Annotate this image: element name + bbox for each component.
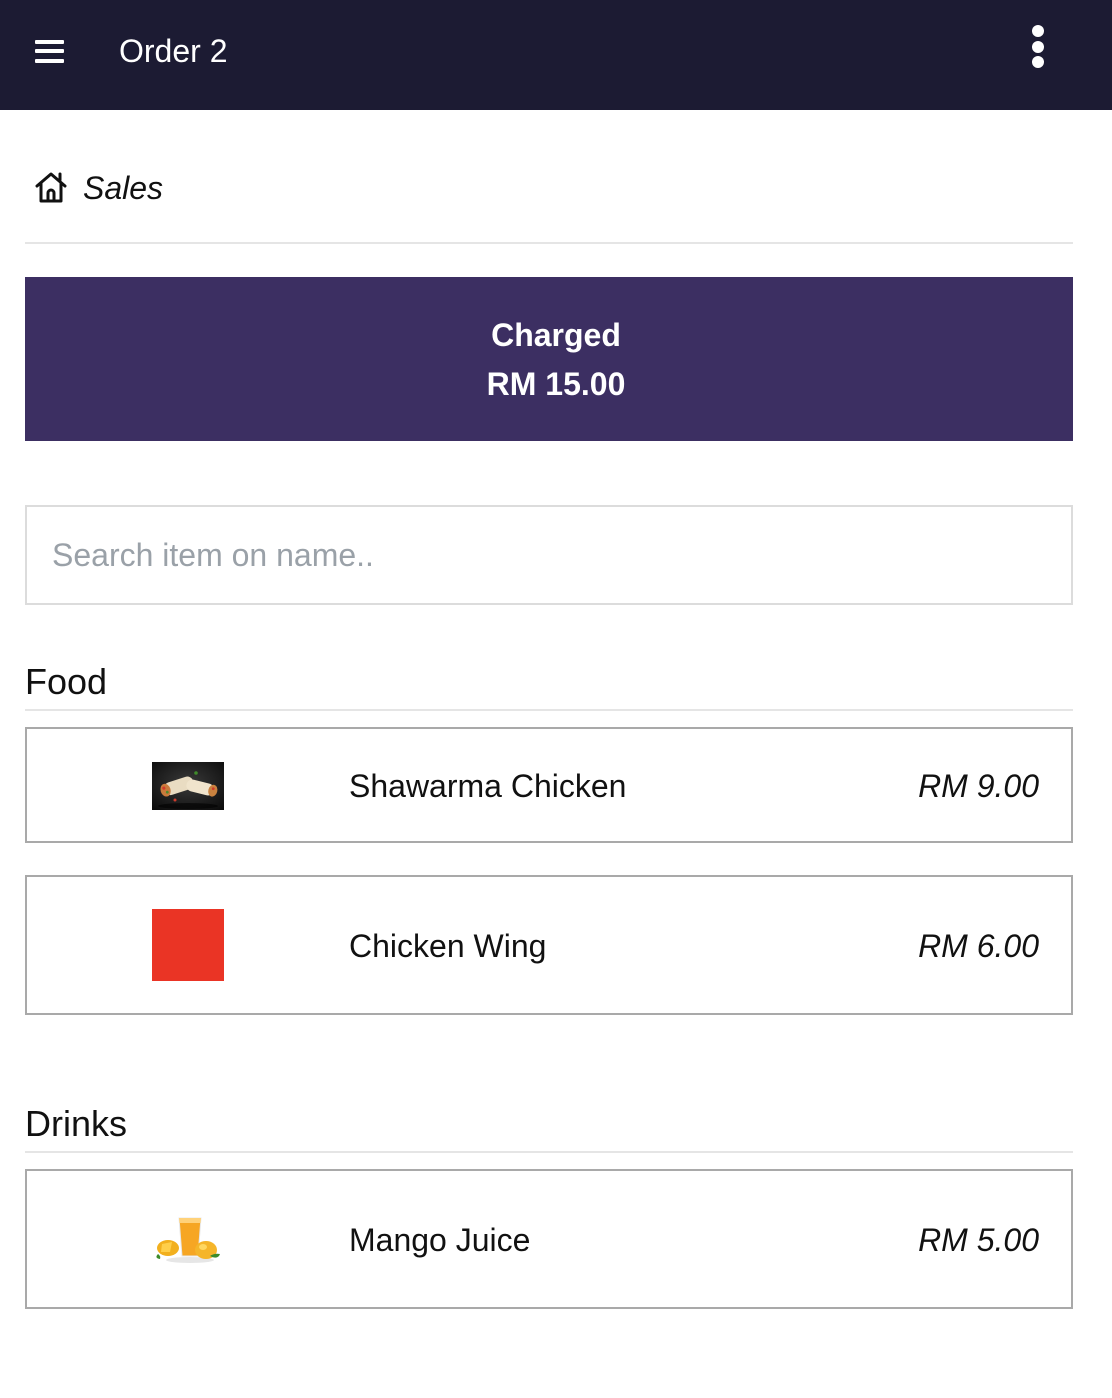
app-bar: Order 2 — [0, 0, 1112, 110]
page-title: Order 2 — [119, 33, 228, 69]
section-title-food: Food — [25, 661, 108, 702]
item-price: RM 6.00 — [918, 928, 1039, 964]
item-name: Mango Juice — [349, 1222, 531, 1258]
item-price: RM 9.00 — [918, 768, 1039, 804]
breadcrumb[interactable]: Sales — [25, 160, 163, 216]
item-price: RM 5.00 — [918, 1222, 1039, 1258]
red-color-swatch — [152, 909, 224, 981]
divider — [25, 242, 1073, 244]
home-icon — [35, 172, 67, 203]
search-input[interactable] — [25, 505, 1073, 605]
section-divider — [25, 709, 1073, 711]
shawarma-photo — [152, 762, 224, 810]
section-divider — [25, 1151, 1073, 1153]
hamburger-menu-icon[interactable] — [30, 34, 70, 70]
menu-item-mango-juice[interactable]: Mango Juice RM 5.00 — [25, 1169, 1073, 1309]
section-title-drinks: Drinks — [25, 1103, 128, 1144]
item-name: Chicken Wing — [349, 928, 547, 964]
breadcrumb-label-sales[interactable]: Sales — [83, 168, 163, 208]
charge-label: Charged — [491, 317, 621, 353]
item-name: Shawarma Chicken — [349, 768, 627, 804]
more-vertical-icon[interactable] — [1022, 22, 1054, 70]
menu-item-shawarma-chicken[interactable]: Shawarma Chicken RM 9.00 — [25, 727, 1073, 843]
charge-button[interactable] — [25, 277, 1073, 441]
menu-item-chicken-wing[interactable]: Chicken Wing RM 6.00 — [25, 875, 1073, 1015]
charge-amount: RM 15.00 — [486, 366, 626, 402]
mango-juice-photo — [152, 1204, 224, 1268]
